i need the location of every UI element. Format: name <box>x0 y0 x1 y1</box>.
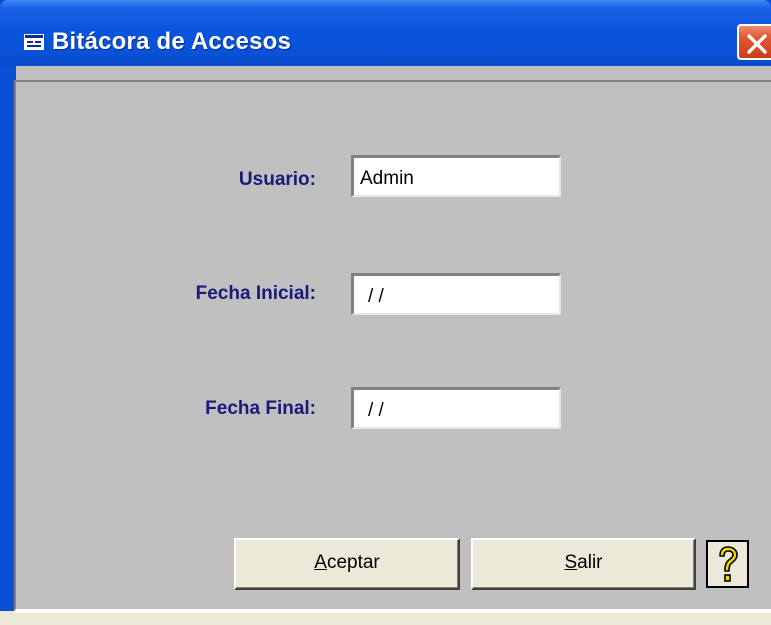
panel-bottom-edge <box>14 611 771 613</box>
usuario-label: Usuario: <box>238 169 316 190</box>
aceptar-mnemonic: A <box>314 552 327 573</box>
form-window-icon <box>24 34 44 50</box>
window-bottom-border <box>0 611 771 625</box>
salir-mnemonic: S <box>564 552 578 573</box>
usuario-input[interactable] <box>351 155 561 197</box>
aceptar-button[interactable]: Aceptar <box>234 538 460 590</box>
fecha-final-label: Fecha Final: <box>205 398 316 419</box>
fecha-final-input[interactable] <box>351 387 561 429</box>
salir-label: alir <box>577 552 603 573</box>
aceptar-label: ceptar <box>326 552 380 573</box>
fecha-inicial-label: Fecha Inicial: <box>195 283 316 304</box>
help-button[interactable] <box>706 540 749 588</box>
window-title: Bitácora de Accesos <box>52 28 292 55</box>
fecha-inicial-input[interactable] <box>351 273 561 315</box>
close-button[interactable] <box>737 24 771 60</box>
dialog-window: Bitácora de Accesos Usuario: Fecha Inici… <box>0 0 771 625</box>
salir-button[interactable]: Salir <box>471 538 696 590</box>
title-bar[interactable]: Bitácora de Accesos <box>0 0 771 66</box>
